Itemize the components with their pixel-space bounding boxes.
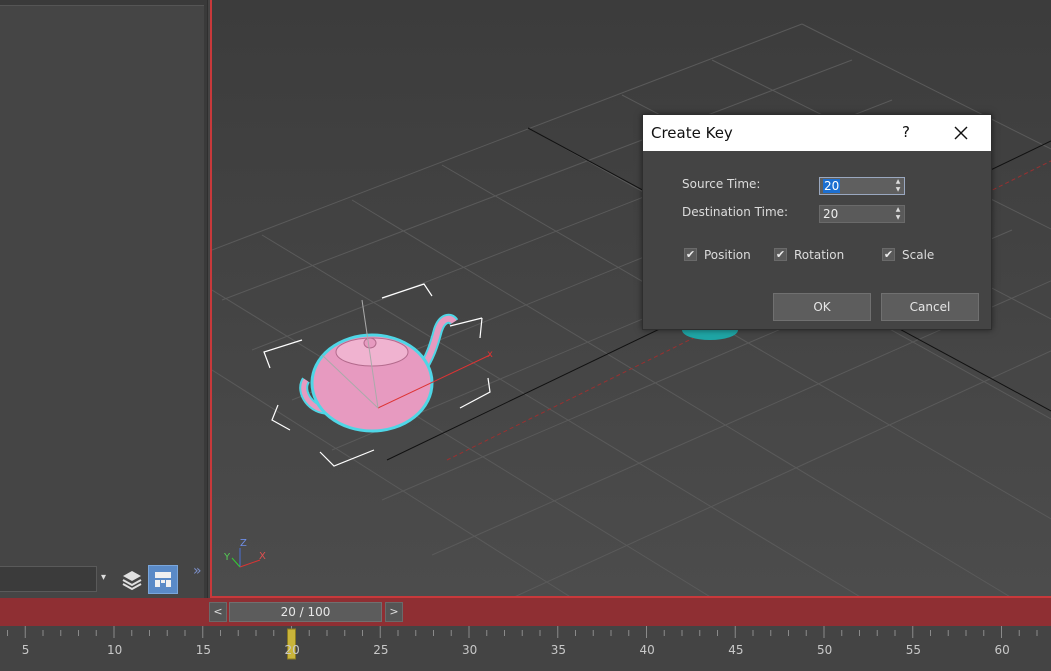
- tick-label: 15: [195, 643, 212, 657]
- time-slider[interactable]: 20 / 100: [229, 602, 382, 622]
- track-bar[interactable]: [0, 626, 1051, 671]
- svg-text:x: x: [487, 349, 493, 360]
- tick-label: 60: [994, 643, 1010, 657]
- tick-label: 35: [550, 643, 567, 657]
- source-time-spinner[interactable]: 20 ▲ ▼: [819, 177, 905, 195]
- tick-label: 5: [21, 643, 30, 657]
- source-time-label: Source Time:: [682, 177, 761, 191]
- checkmark-icon[interactable]: ✔: [882, 248, 895, 261]
- tick-label: 30: [462, 643, 478, 657]
- expand-icon[interactable]: »: [193, 563, 202, 579]
- dialog-titlebar[interactable]: Create Key ?: [643, 115, 991, 151]
- destination-time-label: Destination Time:: [682, 205, 789, 219]
- axis-label-y: Y: [224, 552, 231, 563]
- command-panel: [0, 0, 208, 598]
- layer-dropdown[interactable]: [0, 566, 97, 592]
- axis-label-z: Z: [240, 538, 247, 549]
- tick-label: 50: [817, 643, 833, 657]
- tick-label: 25: [373, 643, 389, 657]
- ok-button[interactable]: OK: [773, 293, 871, 321]
- checkmark-icon[interactable]: ✔: [684, 248, 697, 261]
- track-ruler: [7, 626, 1038, 660]
- spinner-arrows-icon[interactable]: ▲ ▼: [894, 178, 902, 194]
- destination-time-value[interactable]: 20: [823, 207, 838, 221]
- spinner-arrows-icon[interactable]: ▲ ▼: [894, 206, 902, 222]
- create-key-dialog: Create Key ? Source Time: 20 ▲ ▼ Destinat…: [642, 114, 992, 330]
- checkmark-icon[interactable]: ✔: [774, 248, 787, 261]
- close-icon: [954, 126, 968, 140]
- panel-scrollbar[interactable]: [204, 0, 207, 598]
- dialog-title: Create Key: [651, 124, 733, 142]
- help-button[interactable]: ?: [898, 123, 914, 143]
- source-time-value[interactable]: 20: [823, 179, 841, 193]
- position-label: Position: [704, 248, 751, 262]
- close-button[interactable]: [950, 123, 972, 143]
- time-slider-bar: [0, 598, 1051, 626]
- dropdown-arrow-icon[interactable]: ▾: [101, 570, 111, 586]
- tick-label: 45: [728, 643, 744, 657]
- axis-label-x: X: [259, 551, 266, 562]
- tick-label: 20: [284, 643, 300, 657]
- layers-icon: [122, 571, 142, 591]
- cancel-button[interactable]: Cancel: [881, 293, 979, 321]
- viewport-layout-button[interactable]: [148, 565, 178, 594]
- rotation-label: Rotation: [794, 248, 845, 262]
- destination-time-spinner[interactable]: 20 ▲ ▼: [819, 205, 905, 223]
- prev-frame-button[interactable]: <: [209, 602, 227, 622]
- tick-label: 10: [107, 643, 123, 657]
- next-frame-button[interactable]: >: [385, 602, 403, 622]
- tick-label: 55: [905, 643, 922, 657]
- tick-label: 40: [639, 643, 655, 657]
- panel-top-strip: [0, 0, 207, 6]
- viewport-layout-icon: [155, 572, 171, 587]
- layers-button[interactable]: [119, 566, 145, 592]
- scale-label: Scale: [902, 248, 935, 262]
